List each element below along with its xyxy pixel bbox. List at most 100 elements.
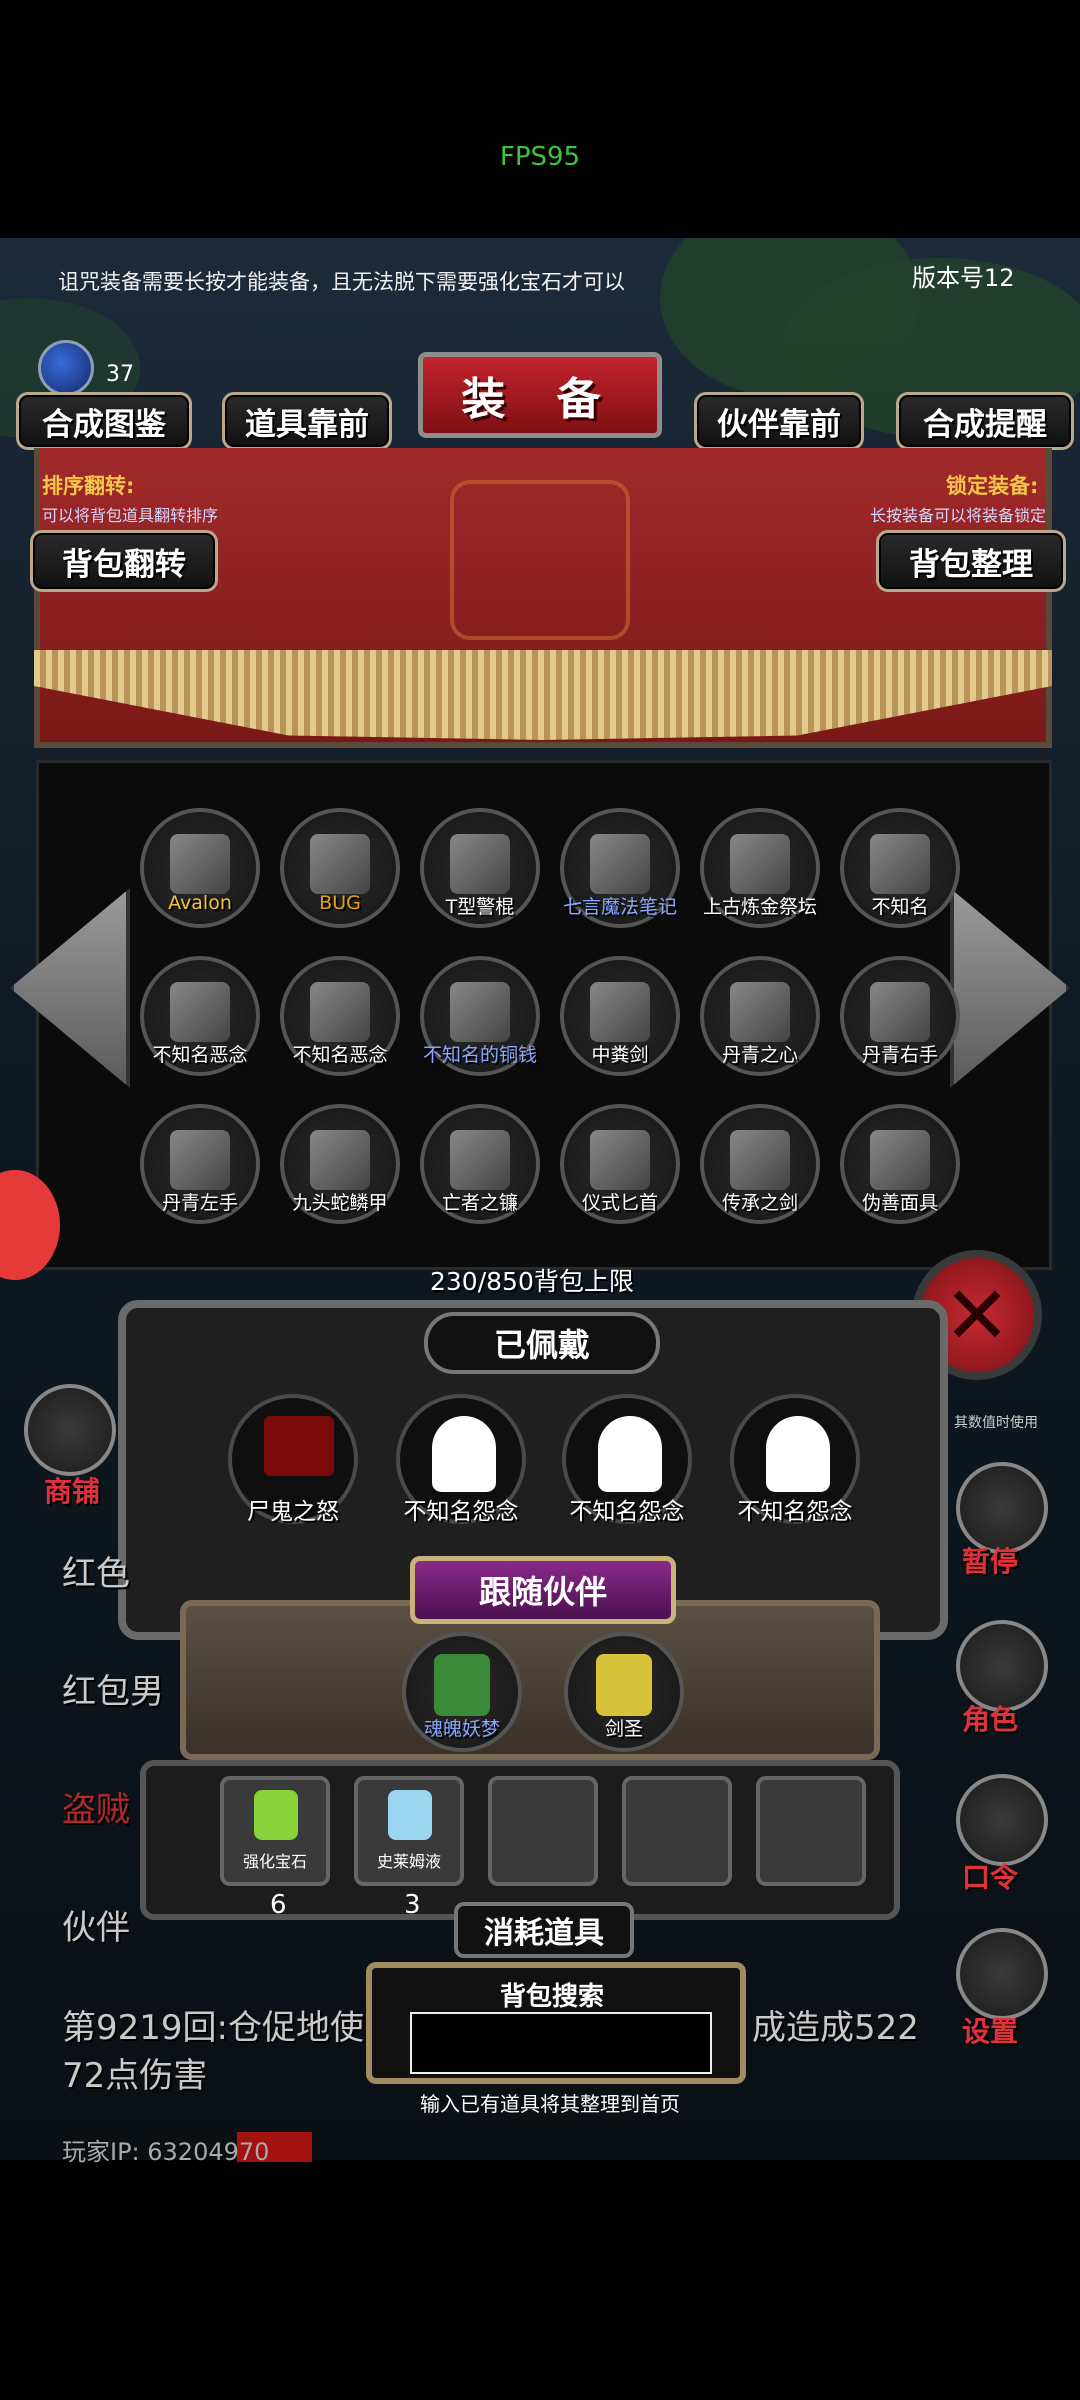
log-line-4: 伙伴 bbox=[62, 1908, 130, 1948]
specter-icon bbox=[170, 982, 230, 1042]
inventory-item-label: Avalon bbox=[168, 892, 232, 914]
inventory-item-label: 不知名 bbox=[871, 896, 929, 918]
sort-flip-desc: 可以将背包道具翻转排序 bbox=[42, 506, 219, 525]
companion-label: 魂魄妖梦 bbox=[423, 1718, 500, 1740]
consumable-slot[interactable]: 史莱姆液 bbox=[354, 1776, 464, 1886]
consumable-slot[interactable]: 强化宝石 bbox=[220, 1776, 330, 1886]
inventory-item-label: 仪式匕首 bbox=[581, 1192, 658, 1214]
equipped-label: 尸鬼之怒 bbox=[247, 1499, 339, 1525]
log-line-3: 盗贼 bbox=[62, 1790, 130, 1830]
consumable-count: 6 bbox=[270, 1890, 287, 1920]
items-first-button[interactable]: 道具靠前 bbox=[222, 392, 392, 450]
bag-organize-button[interactable]: 背包整理 bbox=[876, 530, 1066, 592]
consumable-label: 强化宝石 bbox=[242, 1852, 307, 1871]
version-label: 版本号12 bbox=[912, 264, 1015, 292]
equipped-label: 不知名怨念 bbox=[569, 1499, 685, 1525]
battle-log-b: 成造成522 bbox=[752, 2008, 919, 2048]
inventory-item-label: 丹青之心 bbox=[721, 1044, 798, 1066]
consumable-slot[interactable] bbox=[756, 1776, 866, 1886]
consumable-slot[interactable] bbox=[488, 1776, 598, 1886]
consumables-title: 消耗道具 bbox=[454, 1902, 634, 1958]
bug-question-icon bbox=[310, 834, 370, 894]
sort-flip-label: 排序翻转: bbox=[42, 474, 135, 498]
ghost-icon bbox=[598, 1416, 662, 1492]
inventory-item-label: 亡者之镰 bbox=[441, 1192, 518, 1214]
scythe-icon bbox=[450, 1130, 510, 1190]
inventory-item-label: 丹青右手 bbox=[861, 1044, 938, 1066]
inventory-item-label: 九头蛇鳞甲 bbox=[292, 1192, 388, 1214]
dagger-icon bbox=[590, 1130, 650, 1190]
inventory-item-label: T型警棍 bbox=[445, 896, 515, 918]
log-line-2: 红包男 bbox=[62, 1672, 164, 1712]
claw-icon bbox=[264, 1416, 334, 1476]
companion-title: 跟随伙伴 bbox=[410, 1556, 676, 1624]
magic-book-icon bbox=[590, 834, 650, 894]
skull-altar-icon bbox=[730, 834, 790, 894]
stat-partial: 其数值时使用 bbox=[954, 1415, 1038, 1431]
potion-icon bbox=[388, 1790, 432, 1840]
close-icon: ✕ bbox=[943, 1268, 1011, 1362]
log-line-1: 红色 bbox=[62, 1554, 130, 1594]
youmu-icon bbox=[434, 1654, 490, 1716]
copper-coin-icon bbox=[450, 982, 510, 1042]
ghost-icon bbox=[432, 1416, 496, 1492]
sword-icon bbox=[730, 1130, 790, 1190]
inventory-item-label: 丹青左手 bbox=[161, 1192, 238, 1214]
baton-icon bbox=[450, 834, 510, 894]
lock-equip-label: 锁定装备: bbox=[946, 474, 1039, 498]
role-label[interactable]: 角色 bbox=[962, 1698, 1018, 1738]
green-gem-icon bbox=[254, 1790, 298, 1840]
crossed-swords-emblem-icon bbox=[450, 480, 630, 640]
consumable-label: 史莱姆液 bbox=[376, 1852, 441, 1871]
equipped-title: 已佩戴 bbox=[424, 1312, 660, 1374]
blue-gem-icon bbox=[38, 340, 94, 396]
red-mask-icon bbox=[870, 1130, 930, 1190]
consumable-slot[interactable] bbox=[622, 1776, 732, 1886]
gear-icon[interactable] bbox=[956, 1928, 1048, 2020]
inventory-item-label: 传承之剑 bbox=[721, 1192, 798, 1214]
leaf-armor-icon bbox=[310, 1130, 370, 1190]
player-ip: 玩家IP: 63204970 bbox=[62, 2138, 270, 2166]
synthesis-reminder-button[interactable]: 合成提醒 bbox=[896, 392, 1074, 450]
inventory-item-label: 上古炼金祭坛 bbox=[702, 896, 817, 918]
lock-equip-desc: 长按装备可以将装备锁定 bbox=[870, 506, 1047, 525]
settings-label[interactable]: 设置 bbox=[962, 2010, 1018, 2050]
inventory-item-label: 伪善面具 bbox=[861, 1192, 938, 1214]
inventory-item-label: 不知名的铜钱 bbox=[422, 1044, 537, 1066]
partner-first-button[interactable]: 伙伴靠前 bbox=[694, 392, 864, 450]
specter-icon bbox=[310, 982, 370, 1042]
inventory-item-label: 不知名恶念 bbox=[152, 1044, 248, 1066]
battle-log-c: 72点伤害 bbox=[62, 2056, 208, 2096]
inventory-item-label: 不知名恶念 bbox=[292, 1044, 388, 1066]
gem-count: 37 bbox=[106, 362, 134, 387]
shop-icon[interactable] bbox=[24, 1384, 116, 1476]
serpent-heart-icon bbox=[730, 982, 790, 1042]
flame-icon bbox=[870, 834, 930, 894]
command-label[interactable]: 口令 bbox=[962, 1856, 1018, 1896]
command-book-icon[interactable] bbox=[956, 1774, 1048, 1866]
golden-sword-icon bbox=[170, 834, 230, 894]
bag-capacity: 230/850背包上限 bbox=[430, 1267, 634, 1296]
inventory-item-label: 中粪剑 bbox=[591, 1044, 649, 1066]
swordsaint-icon bbox=[596, 1654, 652, 1716]
pause-label[interactable]: 暂停 bbox=[962, 1540, 1018, 1580]
fps-counter: FPS95 bbox=[499, 142, 581, 172]
companion-label: 剑圣 bbox=[604, 1718, 643, 1740]
inventory-item-label: BUG bbox=[319, 892, 361, 914]
synthesis-atlas-button[interactable]: 合成图鉴 bbox=[16, 392, 192, 450]
bag-flip-button[interactable]: 背包翻转 bbox=[30, 530, 218, 592]
sword-icon bbox=[590, 982, 650, 1042]
shop-label[interactable]: 商铺 bbox=[44, 1470, 100, 1510]
ghost-icon bbox=[766, 1416, 830, 1492]
glove-icon bbox=[870, 982, 930, 1042]
equipped-label: 不知名怨念 bbox=[403, 1499, 519, 1525]
glove-icon bbox=[170, 1130, 230, 1190]
inventory-item-label: 七言魔法笔记 bbox=[562, 896, 677, 918]
equipment-title: 装 备 bbox=[418, 352, 662, 438]
consumable-count: 3 bbox=[404, 1890, 421, 1920]
equipped-label: 不知名怨念 bbox=[737, 1499, 853, 1525]
bag-search-input[interactable] bbox=[410, 2012, 712, 2074]
battle-log-a: 第9219回:仓促地使 bbox=[62, 2008, 364, 2048]
bag-search-title: 背包搜索 bbox=[500, 1982, 605, 2012]
curse-notice: 诅咒装备需要长按才能装备，且无法脱下需要强化宝石才可以 bbox=[58, 270, 625, 294]
